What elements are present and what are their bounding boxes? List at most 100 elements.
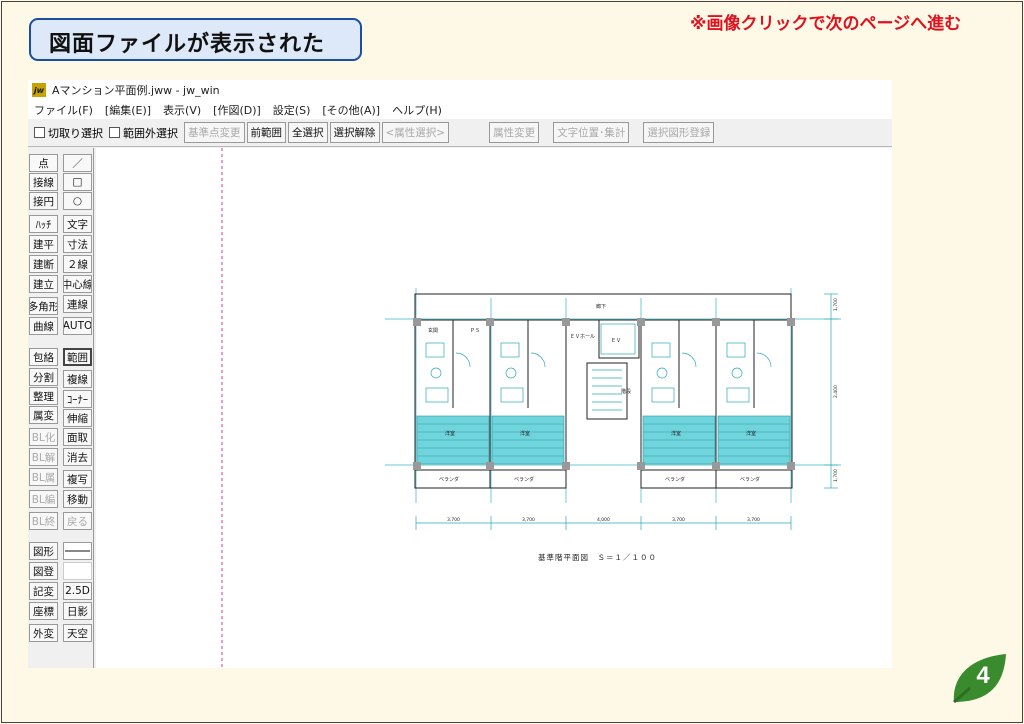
drawing-canvas[interactable]: 廊下 ＥＶホール ＥＶ 階段 玄関 ＰＳ 洋室 洋室 洋室 洋室 ベランダ ベラ… <box>96 148 892 668</box>
checkbox-box[interactable] <box>109 127 120 138</box>
plan-label-room: 洋室 <box>520 430 530 437</box>
tool-tangent[interactable]: 接線 <box>29 173 58 191</box>
dimension-label: 3,700 <box>522 517 535 523</box>
menu-view[interactable]: 表示(V) <box>163 102 201 118</box>
outside-select-label: 範囲外選択 <box>123 126 178 140</box>
menu-file[interactable]: ファイル(F) <box>34 102 93 118</box>
plan-label-balcony: ベランダ <box>439 476 459 483</box>
tool-divide[interactable]: 分割 <box>29 368 58 386</box>
plan-label-ev-hall: ＥＶホール <box>570 334 595 340</box>
tool-chamfer[interactable]: 面取 <box>63 428 92 446</box>
text-position-button[interactable]: 文字位置･集計 <box>553 122 630 143</box>
tool-arch-plan[interactable]: 建平 <box>29 235 58 253</box>
plan-label-balcony: ベランダ <box>740 476 760 483</box>
tool-block-create[interactable]: BL化 <box>29 428 58 446</box>
menu-edit[interactable]: [編集(E)] <box>105 102 151 118</box>
tool-auto[interactable]: AUTO <box>63 317 92 335</box>
tool-move[interactable]: 移動 <box>63 490 92 508</box>
plan-label-ps: ＰＳ <box>470 328 480 334</box>
drawing-caption: 基準階平面図 Ｓ＝１／１００ <box>538 553 657 562</box>
jw-app-icon: jw <box>32 83 46 97</box>
tool-line[interactable]: ／ <box>63 154 92 172</box>
tool-undo[interactable]: 戻る <box>63 512 92 530</box>
tool-copy[interactable]: 複写 <box>63 470 92 488</box>
tool-block-end[interactable]: BL終 <box>29 512 58 530</box>
tool-arch-elevation[interactable]: 建立 <box>29 275 58 293</box>
page-number: 4 <box>976 662 990 689</box>
attribute-select-button[interactable]: <属性選択> <box>381 122 450 143</box>
tool-dimension[interactable]: 寸法 <box>63 235 92 253</box>
cut-select-label: 切取り選択 <box>48 126 103 140</box>
tool-external[interactable]: 外変 <box>29 624 58 642</box>
line-type-icon <box>65 550 90 552</box>
tool-curve[interactable]: 曲線 <box>29 317 58 335</box>
plan-label-room: 洋室 <box>671 430 681 437</box>
next-page-notice[interactable]: ※画像クリックで次のページへ進む <box>690 9 961 34</box>
tool-double-line[interactable]: ２線 <box>63 255 92 273</box>
menu-bar: ファイル(F) [編集(E)] 表示(V) [作図(D)] 設定(S) [その他… <box>28 100 892 119</box>
plan-label-room: 洋室 <box>746 430 756 437</box>
tool-corner[interactable]: ｺｰﾅｰ <box>63 390 92 408</box>
tool-range[interactable]: 範囲 <box>63 348 92 366</box>
line-type-selector[interactable] <box>63 542 92 560</box>
cut-select-checkbox[interactable]: 切取り選択 <box>34 125 103 141</box>
deselect-button[interactable]: 選択解除 <box>329 122 380 143</box>
tool-text[interactable]: 文字 <box>63 215 92 233</box>
dimension-label-vertical: 1,700 <box>833 469 839 482</box>
outside-select-checkbox[interactable]: 範囲外選択 <box>109 125 178 141</box>
tool-figure[interactable]: 図形 <box>29 542 58 560</box>
tool-parallel-line[interactable]: 複線 <box>63 370 92 388</box>
plan-label-entrance: 玄関 <box>428 327 438 334</box>
tool-symbol-change[interactable]: 記変 <box>29 582 58 600</box>
tool-circle[interactable]: ○ <box>63 192 92 210</box>
floor-plan-drawing: 廊下 ＥＶホール ＥＶ 階段 玄関 ＰＳ 洋室 洋室 洋室 洋室 ベランダ ベラ… <box>221 148 841 668</box>
layer-selector[interactable] <box>63 562 92 580</box>
tool-sky[interactable]: 天空 <box>63 624 92 642</box>
plan-label-balcony: ベランダ <box>665 476 685 483</box>
tool-connect-line[interactable]: 連線 <box>63 295 92 313</box>
dimension-label: 4,000 <box>597 517 610 523</box>
plan-label-corridor: 廊下 <box>596 303 606 310</box>
menu-help[interactable]: ヘルプ(H) <box>392 102 442 118</box>
tool-hatch[interactable]: ﾊｯﾁ <box>29 215 58 233</box>
checkbox-box[interactable] <box>34 127 45 138</box>
select-all-button[interactable]: 全選択 <box>288 122 328 143</box>
window-title: Aマンション平面例.jww - jw_win <box>52 84 220 97</box>
tool-attr-change[interactable]: 属変 <box>29 406 58 424</box>
slide-title: 図面ファイルが表示された <box>29 18 362 61</box>
tool-block-edit[interactable]: BL編 <box>29 490 58 508</box>
change-base-point-button[interactable]: 基準点変更 <box>184 122 245 143</box>
jw-cad-window: jw Aマンション平面例.jww - jw_win ファイル(F) [編集(E)… <box>28 80 892 668</box>
tool-organize[interactable]: 整理 <box>29 387 58 405</box>
menu-settings[interactable]: 設定(S) <box>273 102 311 118</box>
dimension-label: 3,700 <box>747 517 760 523</box>
plan-label-room: 洋室 <box>445 430 455 437</box>
dimension-label: 3,700 <box>447 517 460 523</box>
tool-tangent-circle[interactable]: 接円 <box>29 192 58 210</box>
plan-label-balcony: ベランダ <box>514 476 534 483</box>
register-shape-button[interactable]: 選択図形登録 <box>643 122 715 143</box>
tool-block-attr[interactable]: BL属 <box>29 468 58 486</box>
tool-polygon[interactable]: 多角形 <box>29 297 58 315</box>
previous-range-button[interactable]: 前範囲 <box>246 122 286 143</box>
tool-shadow[interactable]: 日影 <box>63 602 92 620</box>
window-titlebar: jw Aマンション平面例.jww - jw_win <box>28 80 892 100</box>
tool-point[interactable]: 点 <box>29 154 58 172</box>
menu-draw[interactable]: [作図(D)] <box>213 102 261 118</box>
attribute-change-button[interactable]: 属性変更 <box>489 122 540 143</box>
tool-stretch[interactable]: 伸縮 <box>63 409 92 427</box>
tool-arch-section[interactable]: 建断 <box>29 255 58 273</box>
tool-figure-register[interactable]: 図登 <box>29 562 58 580</box>
tool-coordinate[interactable]: 座標 <box>29 602 58 620</box>
selection-toolbar: 切取り選択 範囲外選択 基準点変更 前範囲 全選択 選択解除 <属性選択> 属性… <box>28 119 892 147</box>
tool-center-line[interactable]: 中心線 <box>63 275 92 293</box>
tool-rectangle[interactable]: □ <box>63 173 92 191</box>
tool-block-dissolve[interactable]: BL解 <box>29 448 58 466</box>
menu-other[interactable]: [その他(A)] <box>322 102 380 118</box>
tool-palette: 点 接線 接円 ﾊｯﾁ 建平 建断 建立 多角形 曲線 包絡 分割 整理 属変 … <box>28 148 94 668</box>
tool-erase[interactable]: 消去 <box>63 448 92 466</box>
dimension-label: 3,700 <box>672 517 685 523</box>
tool-2-5d[interactable]: 2.5D <box>63 582 92 600</box>
dimension-label-vertical: 1,700 <box>833 298 839 311</box>
tool-envelope[interactable]: 包絡 <box>29 348 58 366</box>
